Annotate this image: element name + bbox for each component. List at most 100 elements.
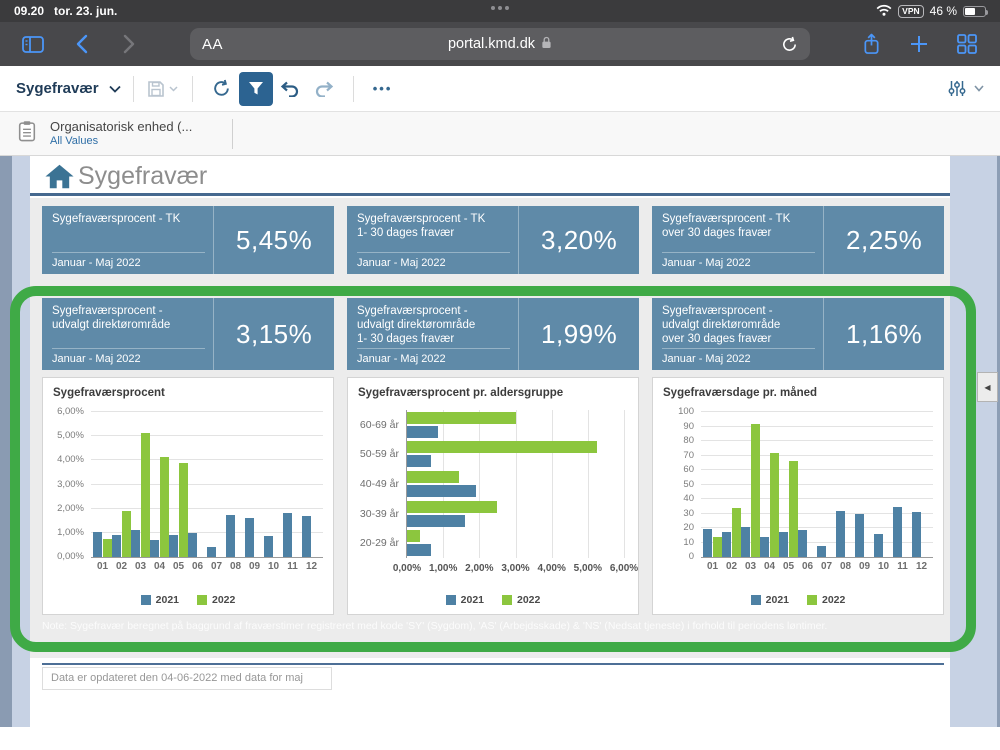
bar-2022 (122, 511, 131, 557)
y-tick-label: 20 (683, 522, 694, 533)
bar-group (226, 412, 245, 557)
multitask-dots-icon (491, 6, 509, 10)
left-margin (12, 156, 30, 727)
bar-group (131, 412, 150, 557)
chart-title: Sygefraværsprocent (43, 378, 333, 399)
bar-2021 (912, 512, 921, 557)
date: tor. 23. jun. (54, 4, 117, 18)
report-title-dropdown[interactable]: Sygefravær (16, 80, 121, 97)
status-bar: 09.20 tor. 23. jun. VPN 46 % (0, 0, 1000, 22)
legend-item: 2021 (446, 594, 484, 606)
sidebar-toggle-button[interactable] (18, 29, 48, 59)
bar-group (302, 412, 321, 557)
legend-label: 2021 (766, 594, 789, 606)
redo-button[interactable] (307, 72, 341, 106)
bar-group (207, 412, 226, 557)
battery-percent: 46 % (930, 4, 957, 18)
bar-2022 (713, 537, 722, 557)
legend-item: 2021 (141, 594, 179, 606)
bar-group (169, 412, 188, 557)
home-icon[interactable] (45, 164, 74, 194)
kpi-tile[interactable]: Sygefraværsprocent -udvalgt direktørområ… (42, 298, 334, 370)
bar-group (93, 412, 112, 557)
kpi-tile-value: 2,25% (824, 206, 944, 274)
kpi-title-line: over 30 dages fravær (662, 226, 823, 240)
back-button[interactable] (66, 29, 96, 59)
x-tick-label: 07 (817, 557, 836, 575)
category-label: 30-39 år (360, 508, 399, 520)
x-tick-label: 4,00% (537, 563, 565, 574)
bar-2021 (741, 527, 750, 557)
bars-layer (701, 412, 933, 557)
redo-icon (314, 81, 334, 97)
address-bar[interactable]: AA portal.kmd.dk (190, 28, 810, 60)
bar-2021 (874, 534, 883, 557)
bar-2021 (817, 546, 826, 557)
bar-2021 (760, 537, 769, 557)
refresh-icon (212, 79, 231, 98)
bar-group (245, 412, 264, 557)
filter-chip-org-unit[interactable]: Organisatorisk enhed (... All Values (50, 119, 192, 148)
sliders-icon (948, 80, 966, 97)
charts-row: Sygefraværsprocent0,00%1,00%2,00%3,00%4,… (42, 377, 944, 615)
view-settings-button[interactable] (948, 80, 984, 97)
filter-button[interactable] (239, 72, 273, 106)
bar-2021 (188, 533, 197, 557)
share-button[interactable] (856, 29, 886, 59)
kpi-tile-value: 1,99% (519, 298, 639, 370)
bar-2021 (245, 518, 254, 557)
dashboard-canvas: Sygefraværsprocent - TKJanuar - Maj 2022… (30, 198, 950, 658)
save-button[interactable] (146, 72, 180, 106)
filter-value-link[interactable]: All Values (50, 134, 192, 148)
refresh-button[interactable] (205, 72, 239, 106)
legend-label: 2022 (212, 594, 235, 606)
x-tick-label: 05 (779, 557, 798, 575)
kpi-tile-title: Sygefraværsprocent - TK (52, 212, 213, 252)
kpi-tile[interactable]: Sygefraværsprocent - TKJanuar - Maj 2022… (42, 206, 334, 274)
more-options-button[interactable]: ••• (366, 72, 400, 106)
tabs-overview-button[interactable] (952, 29, 982, 59)
kpi-tile-text: Sygefraværsprocent -udvalgt direktørområ… (347, 298, 519, 370)
kpi-tile-title: Sygefraværsprocent - TKover 30 dages fra… (662, 212, 823, 252)
category-label: 60-69 år (360, 419, 399, 431)
kpi-tile[interactable]: Sygefraværsprocent - TKover 30 dages fra… (652, 206, 944, 274)
bar-2021 (703, 529, 712, 557)
x-tick-label: 04 (760, 557, 779, 575)
kpi-tile-text: Sygefraværsprocent -udvalgt direktørområ… (42, 298, 214, 370)
bar-group (798, 412, 817, 557)
data-updated-label: Data er opdateret den 04-06-2022 med dat… (42, 667, 332, 690)
kpi-row-1: Sygefraværsprocent - TKJanuar - Maj 2022… (42, 206, 944, 274)
bars-layer (91, 412, 323, 557)
legend-label: 2021 (156, 594, 179, 606)
kpi-tile[interactable]: Sygefraværsprocent - TK1- 30 dages fravæ… (347, 206, 639, 274)
kpi-title-line: over 30 dages fravær (662, 332, 823, 346)
chart-panel-1[interactable]: Sygefraværsprocent0,00%1,00%2,00%3,00%4,… (42, 377, 334, 615)
kpi-title-line: Sygefraværsprocent - TK (662, 212, 823, 226)
undo-button[interactable] (273, 72, 307, 106)
x-tick-label: 06 (798, 557, 817, 575)
vpn-badge: VPN (898, 5, 923, 18)
kpi-tile-title: Sygefraværsprocent -udvalgt direktørområ… (662, 304, 823, 348)
x-tick-label: 09 (245, 557, 264, 575)
bar-2021 (798, 530, 807, 557)
chart-panel-3[interactable]: Sygefraværsdage pr. måned010203040506070… (652, 377, 944, 615)
report-toolbar: Sygefravær ••• (0, 66, 1000, 112)
bar-2022 (770, 453, 779, 557)
x-tick-label: 02 (112, 557, 131, 575)
forward-button[interactable] (114, 29, 144, 59)
reload-button[interactable] (781, 36, 798, 53)
new-tab-button[interactable] (904, 29, 934, 59)
collapse-panel-handle[interactable]: ◀ (977, 372, 998, 402)
kpi-title-line: udvalgt direktørområde (52, 318, 213, 332)
y-tick-label: 1,00% (57, 527, 84, 538)
legend-label: 2022 (517, 594, 540, 606)
kpi-tile[interactable]: Sygefraværsprocent -udvalgt direktørområ… (652, 298, 944, 370)
battery-icon (963, 6, 986, 17)
bar-group (760, 412, 779, 557)
kpi-tile-text: Sygefraværsprocent - TK1- 30 dages fravæ… (347, 206, 519, 274)
left-edge-strip (0, 156, 12, 727)
reader-view-button[interactable]: AA (202, 36, 223, 53)
bar-group (893, 412, 912, 557)
chart-panel-2[interactable]: Sygefraværsprocent pr. aldersgruppe0,00%… (347, 377, 639, 615)
kpi-tile[interactable]: Sygefraværsprocent -udvalgt direktørområ… (347, 298, 639, 370)
